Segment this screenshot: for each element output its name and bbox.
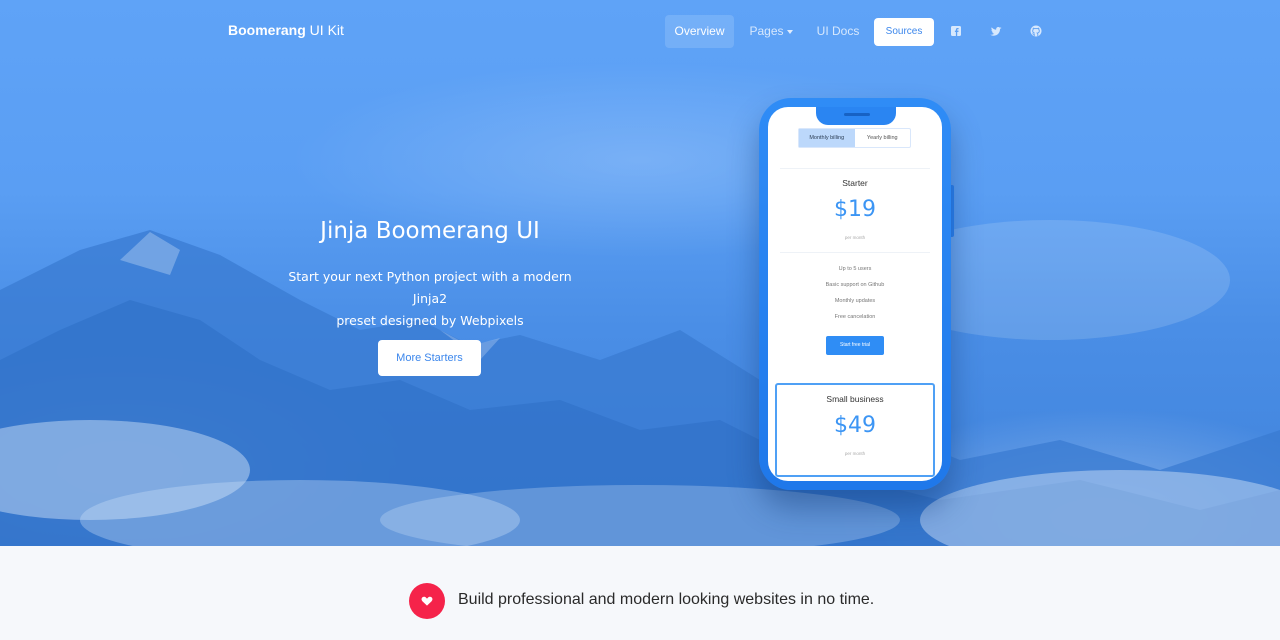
twitter-icon[interactable] xyxy=(989,24,1003,38)
chevron-down-icon xyxy=(786,29,793,34)
plan-small-business-price: $49 xyxy=(834,413,876,438)
billing-toggle: Monthly billing Yearly billing xyxy=(798,128,911,148)
divider xyxy=(780,252,930,253)
github-icon[interactable] xyxy=(1029,24,1043,38)
sources-button[interactable]: Sources xyxy=(874,18,934,46)
plan-small-business-period: per month xyxy=(844,451,866,456)
tagline: Build professional and modern looking we… xyxy=(458,591,875,608)
hero-title: Jinja Boomerang UI xyxy=(320,218,540,244)
plan-starter-name: Starter xyxy=(842,178,868,188)
top-navbar: Boomerang UI Kit Overview Pages UI Docs … xyxy=(0,0,1280,64)
plan-starter-price: $19 xyxy=(834,197,876,222)
monthly-billing-option[interactable]: Monthly billing xyxy=(799,129,855,147)
plan-starter-period: per month xyxy=(844,235,866,240)
nav-ui-docs[interactable]: UI Docs xyxy=(810,15,866,48)
feature-item: Basic support on Github xyxy=(825,282,885,288)
heart-icon xyxy=(421,596,433,606)
more-starters-button[interactable]: More Starters xyxy=(378,340,481,376)
start-free-trial-button[interactable]: Start free trial xyxy=(826,336,884,355)
mountain-background-image xyxy=(0,220,1280,546)
hero-subtitle-line-1: Start your next Python project with a mo… xyxy=(288,269,572,306)
hero-subtitle-line-2: preset designed by Webpixels xyxy=(336,313,524,328)
feature-item: Free cancelation xyxy=(834,314,876,320)
nav-overview[interactable]: Overview xyxy=(665,15,734,48)
yearly-billing-option[interactable]: Yearly billing xyxy=(855,129,911,147)
phone-notch xyxy=(816,107,896,125)
nav-ui-docs-label: UI Docs xyxy=(816,24,860,38)
phone-screen: Monthly billing Yearly billing Starter $… xyxy=(768,107,942,481)
brand-rest: UI Kit xyxy=(305,22,344,38)
divider xyxy=(780,168,930,169)
facebook-icon[interactable] xyxy=(949,24,963,38)
nav-pages-label: Pages xyxy=(749,24,784,38)
brand-bold: Boomerang xyxy=(228,22,306,38)
phone-mockup: Monthly billing Yearly billing Starter $… xyxy=(759,98,951,490)
hero-subtitle: Start your next Python project with a mo… xyxy=(270,266,590,332)
hero-section: Boomerang UI Kit Overview Pages UI Docs … xyxy=(0,0,1280,546)
plan-small-business-name: Small business xyxy=(826,394,884,404)
brand-logo[interactable]: Boomerang UI Kit xyxy=(228,22,344,38)
nav-pages-dropdown[interactable]: Pages xyxy=(742,15,800,48)
heart-badge xyxy=(409,583,445,619)
feature-item: Up to 5 users xyxy=(838,266,872,272)
feature-item: Monthly updates xyxy=(834,298,876,304)
nav-overview-label: Overview xyxy=(674,24,725,38)
